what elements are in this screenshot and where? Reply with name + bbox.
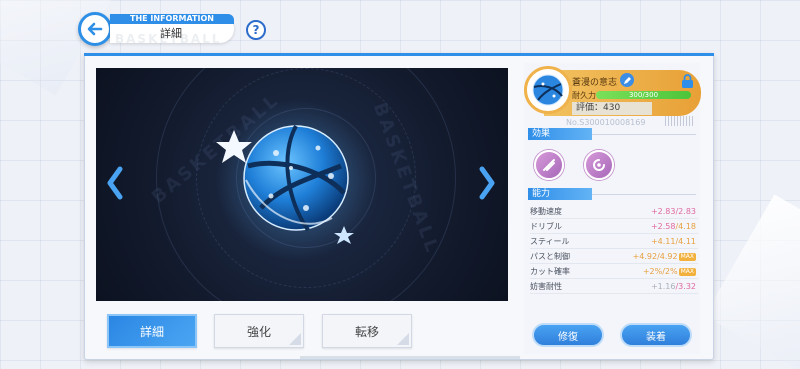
item-card: 蒼漫の意志 耐久力 300/300 評価：430 bbox=[524, 66, 701, 120]
page-title: 詳細 bbox=[160, 27, 182, 40]
tab-corner bbox=[289, 333, 301, 345]
tab-label: 強化 bbox=[246, 324, 271, 339]
stat-value: +4.11/4.11 bbox=[650, 237, 696, 246]
basketball-icon bbox=[532, 74, 564, 106]
effect-slash-icon bbox=[543, 159, 555, 171]
stat-row: パスと制御 +4.92/4.92 MAX bbox=[530, 250, 698, 264]
stat-value: +4.92/4.92 MAX bbox=[632, 252, 696, 261]
section-divider bbox=[592, 194, 696, 195]
stat-row: 妨害耐性 +1.16/3.32 bbox=[530, 280, 698, 294]
panel-accent bbox=[84, 53, 714, 56]
item-thumbnail bbox=[524, 66, 572, 114]
stat-row: 移動速度 +2.83/2.83 bbox=[530, 205, 698, 219]
stat-value: +1.16/3.32 bbox=[650, 282, 696, 291]
effect-swirl-icon bbox=[593, 159, 605, 171]
item-name: 蒼漫の意志 bbox=[572, 78, 618, 88]
lock-button[interactable] bbox=[679, 73, 695, 89]
stat-name: カット確率 bbox=[530, 267, 570, 276]
lock-icon bbox=[681, 73, 693, 88]
basketball-item-image bbox=[216, 100, 376, 260]
tab-label: 詳細 bbox=[139, 324, 164, 339]
item-rating: 評価：430 bbox=[572, 102, 652, 115]
stat-row: ドリブル +2.58/4.18 bbox=[530, 220, 698, 234]
tab-corner bbox=[397, 333, 409, 345]
tab-enhance[interactable]: 強化 bbox=[214, 314, 304, 348]
tab-label: 転移 bbox=[354, 324, 379, 339]
abilities-header: 能力 bbox=[528, 188, 592, 200]
header-banner: THE INFORMATION bbox=[110, 14, 234, 24]
arrow-left-icon bbox=[87, 22, 103, 36]
stat-name: スティール bbox=[530, 237, 570, 246]
item-display: BASKETBALL BASKETBALL bbox=[96, 68, 508, 301]
stat-name: パスと制御 bbox=[530, 252, 570, 261]
section-divider bbox=[592, 134, 696, 135]
chevron-left-icon bbox=[107, 166, 123, 200]
stat-name: 妨害耐性 bbox=[530, 282, 562, 291]
stat-value: +2.58/4.18 bbox=[650, 222, 696, 231]
repair-button[interactable]: 修復 bbox=[532, 323, 604, 347]
equip-button[interactable]: 装着 bbox=[620, 323, 692, 347]
barcode bbox=[665, 116, 695, 126]
durability-value: 300/300 bbox=[628, 91, 659, 99]
bottom-scroll-track bbox=[300, 356, 520, 359]
effect-icon-2[interactable] bbox=[584, 150, 614, 180]
stat-row: スティール +4.11/4.11 bbox=[530, 235, 698, 249]
durability-label: 耐久力 bbox=[572, 91, 596, 100]
chevron-right-icon bbox=[479, 166, 495, 200]
stat-name: 移動速度 bbox=[530, 207, 562, 216]
rename-button[interactable] bbox=[620, 73, 634, 87]
tab-transfer[interactable]: 転移 bbox=[322, 314, 412, 348]
stat-value: +2%/2% MAX bbox=[642, 267, 696, 276]
back-button[interactable] bbox=[78, 12, 112, 46]
stat-value: +2.83/2.83 bbox=[650, 207, 696, 216]
next-item-arrow[interactable] bbox=[474, 163, 500, 203]
prev-item-arrow[interactable] bbox=[102, 163, 128, 203]
stat-row: カット確率 +2%/2% MAX bbox=[530, 265, 698, 279]
stat-name: ドリブル bbox=[530, 222, 562, 231]
serial-number: No.S300010008169 bbox=[566, 118, 646, 127]
effects-header: 効果 bbox=[528, 128, 592, 140]
tab-details[interactable]: 詳細 bbox=[107, 314, 197, 348]
max-badge: MAX bbox=[678, 253, 696, 261]
max-badge: MAX bbox=[678, 268, 696, 276]
help-button[interactable]: ? bbox=[246, 20, 266, 40]
effect-icon-1[interactable] bbox=[534, 150, 564, 180]
pencil-icon bbox=[623, 76, 631, 84]
